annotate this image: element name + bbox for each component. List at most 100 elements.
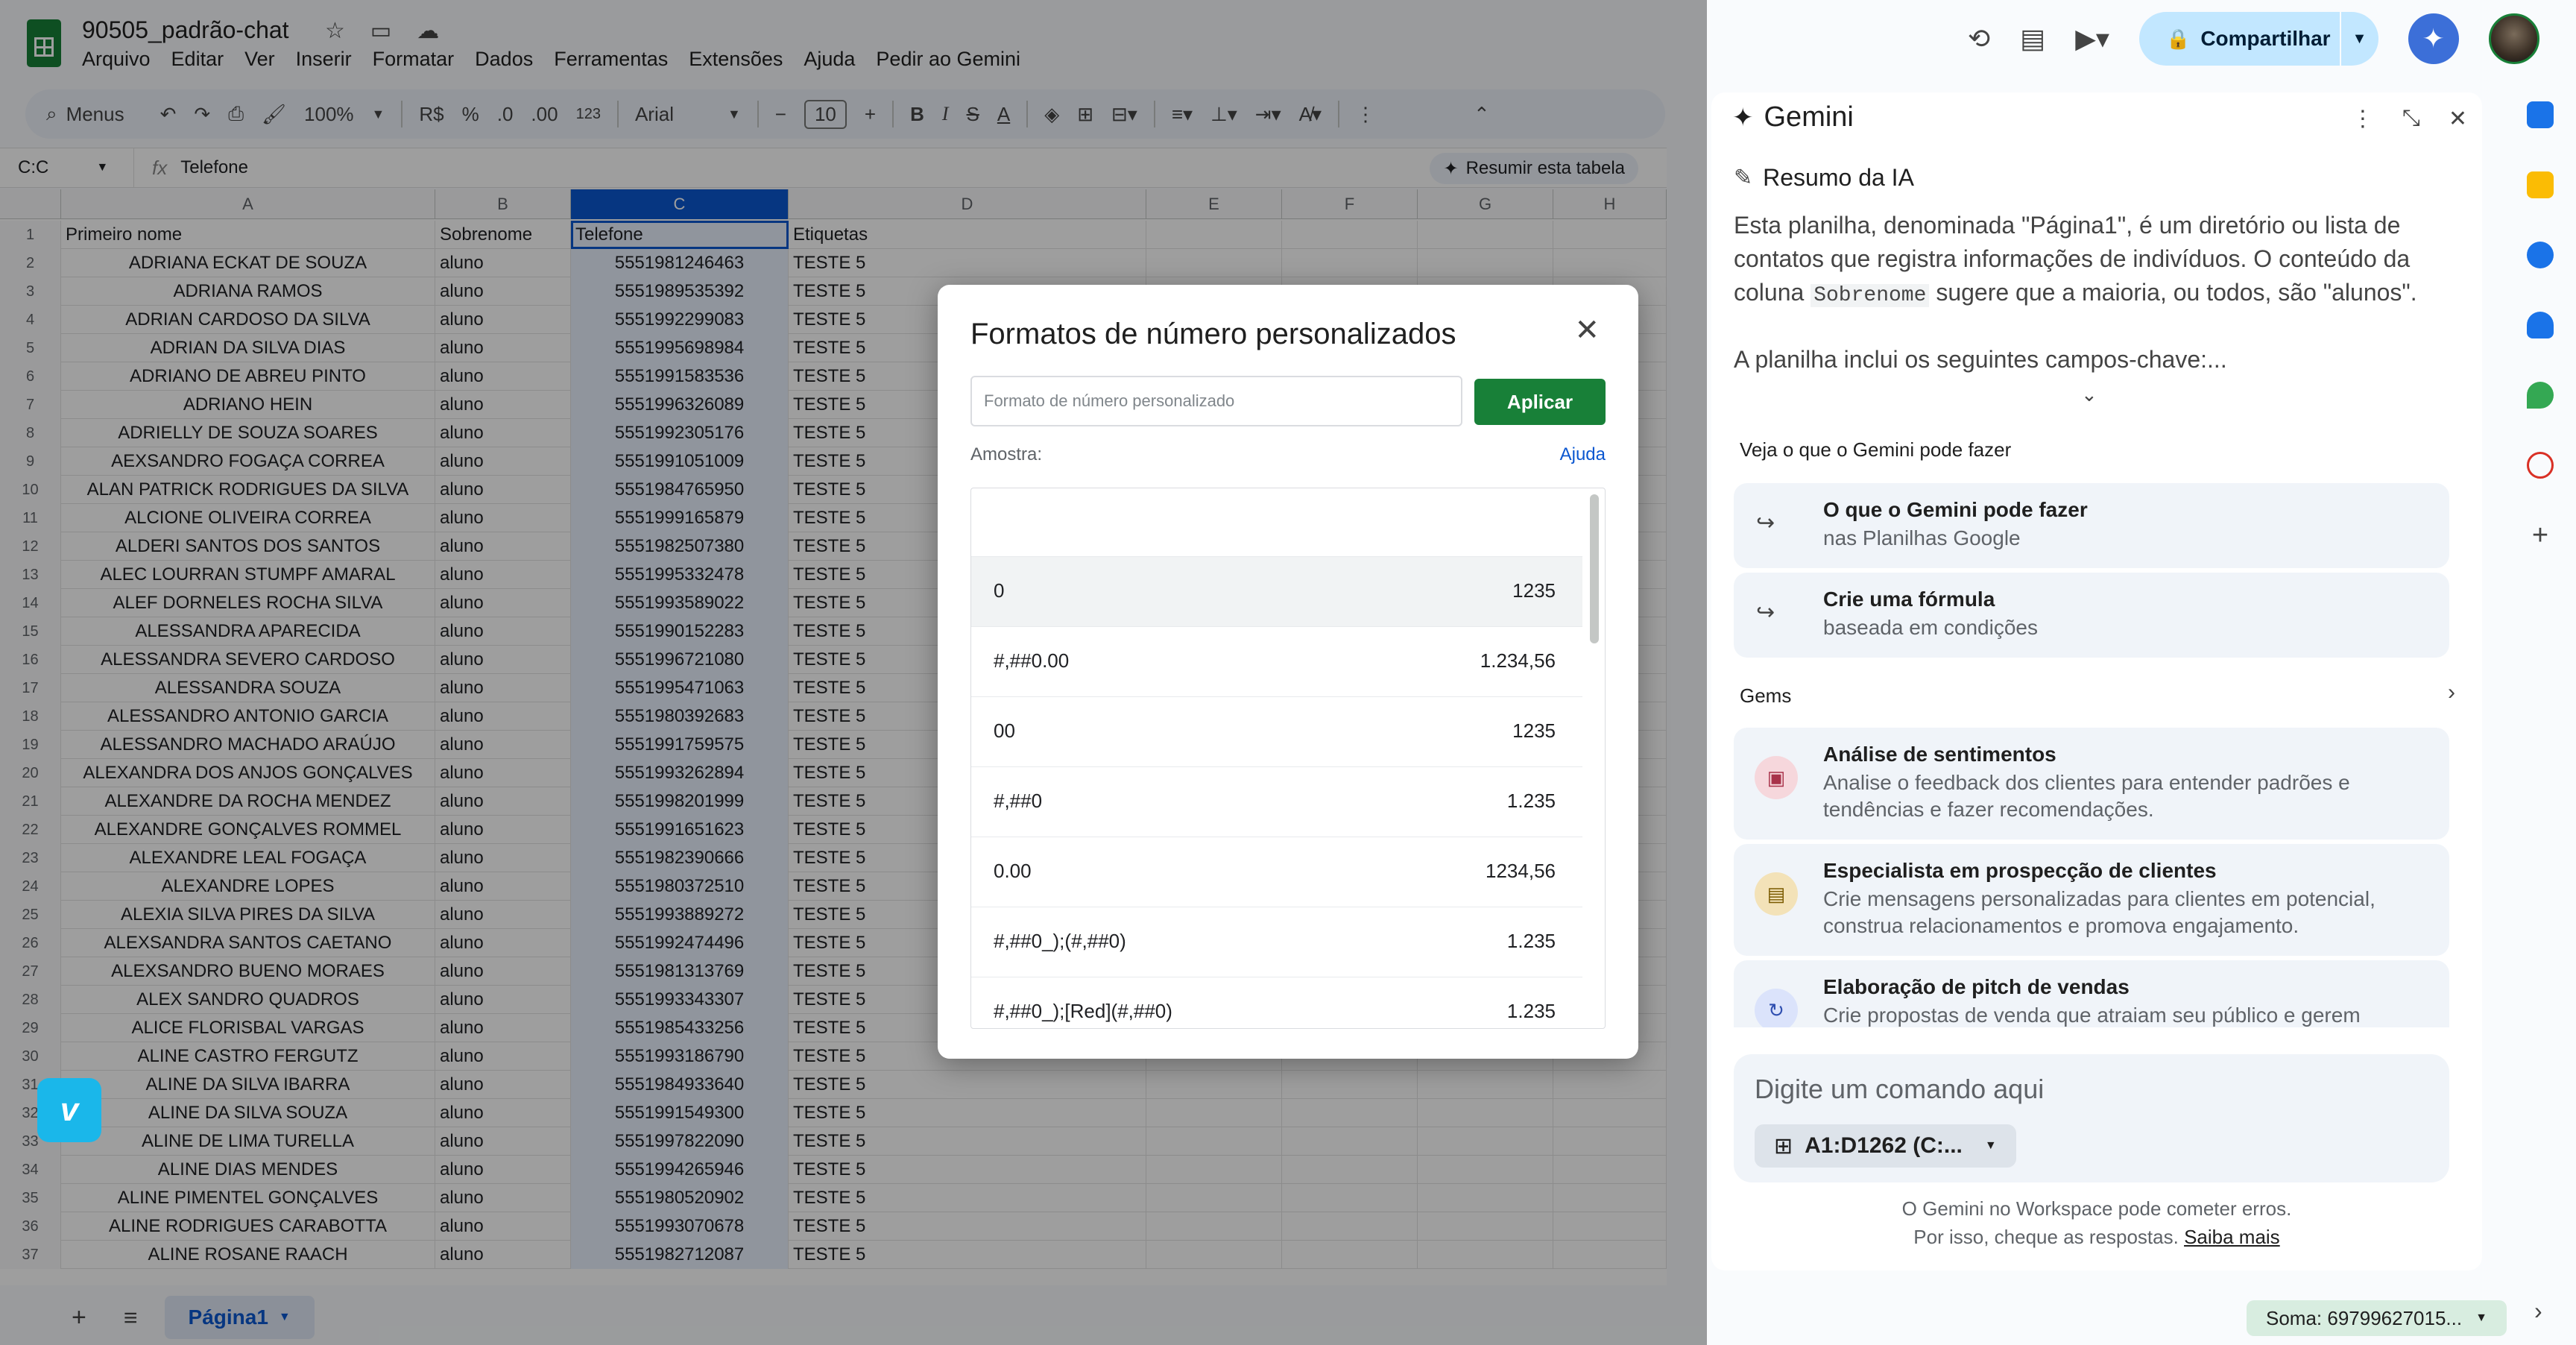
format-code: 0 bbox=[994, 579, 1005, 602]
keep-icon[interactable] bbox=[2527, 171, 2554, 198]
gem-title: Especialista em prospecção de clientes bbox=[1823, 859, 2217, 882]
prompt-box: ⊞ A1:D1262 (C:... ▼ bbox=[1734, 1054, 2449, 1182]
disclaimer-line2: Por isso, cheque as respostas. bbox=[1913, 1226, 2179, 1248]
format-sample: 1235 bbox=[1512, 719, 1556, 742]
arrow-forward-icon: ↪ bbox=[1756, 511, 1775, 535]
gemini-side-panel: ✦ Gemini ⋮ ⤡ ✕ ✎ Resumo da IA Esta plani… bbox=[1711, 92, 2482, 1270]
gem-title: Análise de sentimentos bbox=[1823, 743, 2056, 766]
lock-icon: 🔒 bbox=[2165, 27, 2191, 50]
section-gems: Gems bbox=[1740, 684, 1792, 707]
apply-button[interactable]: Aplicar bbox=[1474, 379, 1606, 425]
expand-summary-icon[interactable]: ⌄ bbox=[2081, 383, 2097, 406]
addon-icon[interactable] bbox=[2527, 452, 2554, 479]
format-sample: 1.234,56 bbox=[1480, 649, 1556, 672]
sales-pitch-gem-icon: ↻ bbox=[1755, 989, 1798, 1027]
format-option[interactable]: #,##0 1.235 bbox=[971, 767, 1582, 837]
suggestion-card-create-formula[interactable]: ↪ Crie uma fórmula baseada em condições bbox=[1734, 573, 2449, 658]
learn-more-link[interactable]: Saiba mais bbox=[2184, 1226, 2280, 1248]
share-dropdown-icon[interactable]: ▼ bbox=[2339, 12, 2378, 66]
format-option[interactable]: 0 1235 bbox=[971, 557, 1582, 627]
help-link[interactable]: Ajuda bbox=[1560, 444, 1606, 465]
gem-title: Elaboração de pitch de vendas bbox=[1823, 975, 2130, 998]
format-option[interactable]: 0.00 1234,56 bbox=[971, 837, 1582, 907]
ai-summary-header: ✎ Resumo da IA bbox=[1734, 164, 1914, 192]
avatar[interactable] bbox=[2488, 13, 2539, 64]
arrow-forward-icon: ↪ bbox=[1756, 600, 1775, 625]
gem-card-sentiment[interactable]: ▣ Análise de sentimentos Analise o feedb… bbox=[1734, 728, 2449, 840]
format-list-scrollbar[interactable] bbox=[1590, 494, 1599, 643]
format-sample: 1235 bbox=[1512, 579, 1556, 602]
gem-card-sales-pitch[interactable]: ↻ Elaboração de pitch de vendas Crie pro… bbox=[1734, 960, 2449, 1027]
tasks-icon[interactable] bbox=[2527, 242, 2554, 268]
format-code: 0.00 bbox=[994, 860, 1032, 882]
chevron-right-icon[interactable]: › bbox=[2448, 680, 2455, 705]
comments-icon[interactable]: ▤ bbox=[2020, 23, 2045, 54]
ai-summary-title: Resumo da IA bbox=[1763, 164, 1914, 191]
format-option[interactable] bbox=[971, 488, 1582, 557]
sum-indicator[interactable]: Soma: 69799627015... ▼ bbox=[2247, 1300, 2507, 1336]
meet-icon[interactable]: ▶▾ bbox=[2075, 23, 2109, 54]
minimize-icon[interactable]: ⤡ bbox=[2402, 106, 2420, 132]
range-chip-label: A1:D1262 (C:... bbox=[1805, 1133, 1963, 1158]
ai-summary-text: Esta planilha, denominada "Página1", é u… bbox=[1734, 209, 2449, 312]
ai-summary-part2: sugere que a maioria, ou todos, são "alu… bbox=[1929, 279, 2417, 306]
format-sample: 1.235 bbox=[1506, 930, 1556, 952]
format-option[interactable]: #,##0.00 1.234,56 bbox=[971, 627, 1582, 697]
format-sample: 1.235 bbox=[1506, 1000, 1556, 1022]
prospecting-gem-icon: ▤ bbox=[1755, 872, 1798, 916]
more-options-icon[interactable]: ⋮ bbox=[2352, 106, 2374, 132]
history-icon[interactable]: ⟲ bbox=[1968, 23, 1990, 54]
gem-subtitle: Analise o feedback dos clientes para ent… bbox=[1823, 771, 2350, 821]
contacts-icon[interactable] bbox=[2527, 312, 2554, 338]
chevron-down-icon: ▼ bbox=[2475, 1311, 2487, 1324]
gemini-title: Gemini bbox=[1764, 101, 1854, 133]
calendar-icon[interactable] bbox=[2527, 101, 2554, 128]
share-button[interactable]: 🔒 Compartilhar ▼ bbox=[2138, 12, 2378, 66]
close-icon[interactable]: ✕ bbox=[1574, 313, 1600, 347]
format-list: 0 1235 #,##0.00 1.234,56 00 1235 #,##0 1.235 0.0… bbox=[970, 488, 1606, 1029]
section-what-gemini-can-do: Veja o que o Gemini pode fazer bbox=[1740, 438, 2012, 461]
add-addon-icon[interactable]: + bbox=[2527, 521, 2554, 549]
card-subtitle: nas Planilhas Google bbox=[1823, 526, 2021, 549]
card-subtitle: baseada em condições bbox=[1823, 616, 2038, 639]
custom-number-format-dialog: Formatos de número personalizados ✕ Apli… bbox=[938, 285, 1638, 1059]
dialog-title: Formatos de número personalizados bbox=[970, 318, 1456, 350]
ai-summary-more: A planilha inclui os seguintes campos-ch… bbox=[1734, 346, 2227, 373]
share-label: Compartilhar bbox=[2200, 27, 2331, 50]
maps-icon[interactable] bbox=[2527, 382, 2554, 409]
ai-summary-code: Sobrenome bbox=[1811, 284, 1930, 307]
gem-subtitle: Crie propostas de venda que atraiam seu … bbox=[1823, 1004, 2361, 1027]
expand-side-panel-icon[interactable]: › bbox=[2534, 1297, 2542, 1325]
prompt-input[interactable] bbox=[1755, 1074, 2425, 1105]
format-code: #,##0.00 bbox=[994, 649, 1070, 672]
format-code: 00 bbox=[994, 719, 1015, 742]
range-chip[interactable]: ⊞ A1:D1262 (C:... ▼ bbox=[1755, 1124, 2016, 1168]
card-title: Crie uma fórmula bbox=[1823, 588, 1995, 611]
format-option[interactable]: 00 1235 bbox=[971, 697, 1582, 767]
sample-label: Amostra: bbox=[970, 444, 1043, 464]
gemini-header: ✦ Gemini bbox=[1732, 101, 1854, 133]
format-option[interactable]: #,##0_);(#,##0) 1.235 bbox=[971, 907, 1582, 977]
gemini-disclaimer: O Gemini no Workspace pode cometer erros… bbox=[1711, 1194, 2482, 1251]
disclaimer-line1: O Gemini no Workspace pode cometer erros… bbox=[1901, 1197, 2292, 1220]
top-right-actions: ⟲ ▤ ▶▾ 🔒 Compartilhar ▼ ✦ bbox=[1968, 12, 2539, 66]
custom-format-input[interactable] bbox=[970, 376, 1462, 426]
gemini-sparkle-icon[interactable]: ✦ bbox=[2408, 13, 2459, 64]
vimeo-icon[interactable]: v bbox=[37, 1078, 101, 1142]
chevron-down-icon: ▼ bbox=[1984, 1139, 1997, 1152]
gemini-sparkle-icon: ✦ bbox=[1732, 103, 1754, 132]
format-code: #,##0_);(#,##0) bbox=[994, 930, 1126, 952]
suggestion-card-what-gemini[interactable]: ↪ O que o Gemini pode fazer nas Planilha… bbox=[1734, 483, 2449, 568]
side-apps-bar: + bbox=[2515, 92, 2566, 549]
format-option[interactable]: #,##0_);[Red](#,##0) 1.235 bbox=[971, 977, 1582, 1028]
sum-label: Soma: 69799627015... bbox=[2266, 1306, 2463, 1329]
gem-card-prospecting[interactable]: ▤ Especialista em prospecção de clientes… bbox=[1734, 844, 2449, 956]
close-icon[interactable]: ✕ bbox=[2449, 106, 2467, 132]
format-code: #,##0_);[Red](#,##0) bbox=[994, 1000, 1172, 1022]
gem-subtitle: Crie mensagens personalizadas para clien… bbox=[1823, 887, 2375, 937]
sentiment-gem-icon: ▣ bbox=[1755, 756, 1798, 799]
format-sample: 1.235 bbox=[1506, 790, 1556, 812]
card-title: O que o Gemini pode fazer bbox=[1823, 498, 2088, 521]
disclaimer-line2-wrap: Por isso, cheque as respostas. Saiba mai… bbox=[1711, 1223, 2482, 1251]
summary-icon: ✎ bbox=[1734, 166, 1753, 190]
